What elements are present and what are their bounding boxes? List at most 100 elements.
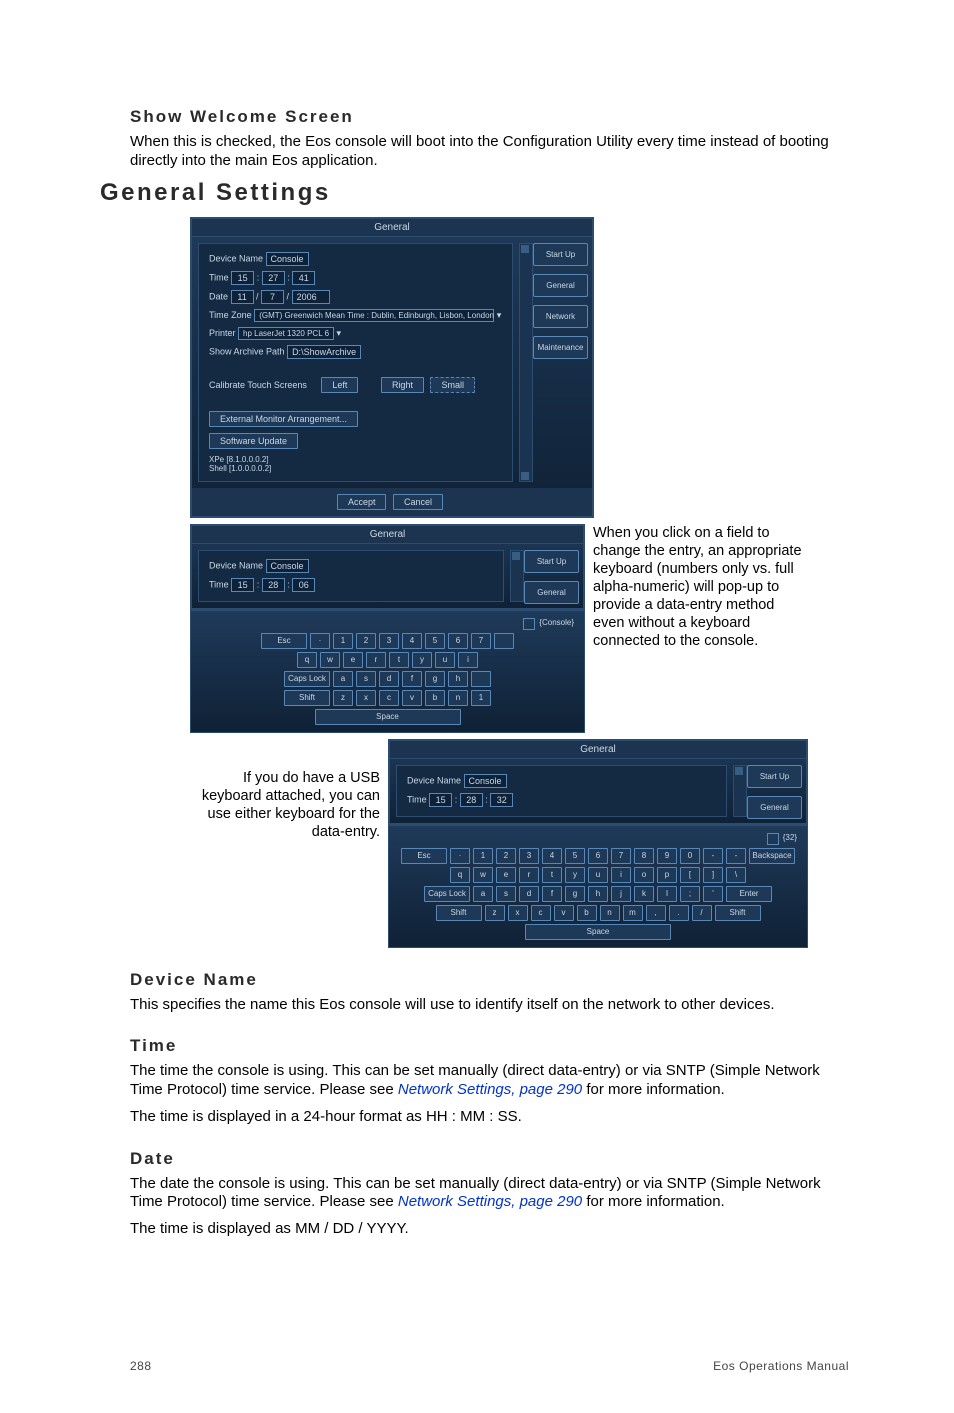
key-Backspace[interactable]: Backspace xyxy=(749,848,795,864)
key-shift[interactable]: Shift xyxy=(284,690,330,706)
key-partial-3[interactable] xyxy=(471,671,491,687)
key-f[interactable]: f xyxy=(542,886,562,902)
key-Esc[interactable]: Esc xyxy=(401,848,447,864)
link-network-settings-2[interactable]: Network Settings, page 290 xyxy=(398,1193,582,1210)
key--[interactable]: - xyxy=(703,848,723,864)
key-t[interactable]: t xyxy=(542,867,562,883)
key-c[interactable]: c xyxy=(531,905,551,921)
tab-general[interactable]: General xyxy=(533,274,588,297)
cancel-button[interactable]: Cancel xyxy=(393,494,443,510)
key-3[interactable]: 3 xyxy=(379,633,399,649)
key-2[interactable]: 2 xyxy=(496,848,516,864)
key-u[interactable]: u xyxy=(435,652,455,668)
key-1[interactable]: 1 xyxy=(333,633,353,649)
time-ss-input-2[interactable]: 06 xyxy=(292,578,315,592)
key-5[interactable]: 5 xyxy=(425,633,445,649)
key-esc[interactable]: Esc xyxy=(261,633,307,649)
key-6[interactable]: 6 xyxy=(588,848,608,864)
key-o[interactable]: o xyxy=(634,867,654,883)
key-g[interactable]: g xyxy=(425,671,445,687)
time-hh-input-2[interactable]: 15 xyxy=(231,578,254,592)
key-l[interactable]: l xyxy=(657,886,677,902)
panel-scrollbar-2[interactable] xyxy=(510,550,524,602)
key-partial[interactable] xyxy=(494,633,514,649)
time-mm-input-2[interactable]: 28 xyxy=(262,578,285,592)
key-n[interactable]: n xyxy=(448,690,468,706)
tab-startup[interactable]: Start Up xyxy=(533,243,588,266)
device-name-input-3[interactable]: Console xyxy=(464,774,507,788)
key-y[interactable]: y xyxy=(412,652,432,668)
key-h[interactable]: h xyxy=(448,671,468,687)
key-[[interactable]: [ xyxy=(680,867,700,883)
key-space[interactable]: Space xyxy=(315,709,461,725)
software-update-button[interactable]: Software Update xyxy=(209,433,298,449)
key-char[interactable]: · xyxy=(310,633,330,649)
key-'[interactable]: ' xyxy=(703,886,723,902)
key-Caps Lock[interactable]: Caps Lock xyxy=(424,886,470,902)
tab-maintenance[interactable]: Maintenance xyxy=(533,336,588,359)
kbd-minimize-icon[interactable] xyxy=(523,618,535,630)
key-a[interactable]: a xyxy=(333,671,353,687)
calibrate-small-button[interactable]: Small xyxy=(430,377,475,393)
key-space-2[interactable]: Space xyxy=(525,924,671,940)
key-t[interactable]: t xyxy=(389,652,409,668)
tab-general-2[interactable]: General xyxy=(524,581,579,604)
key-8[interactable]: 8 xyxy=(634,848,654,864)
key-v[interactable]: v xyxy=(554,905,574,921)
time-hh-input[interactable]: 15 xyxy=(231,271,254,285)
panel-scrollbar-3[interactable] xyxy=(733,765,747,817)
external-monitor-button[interactable]: External Monitor Arrangement... xyxy=(209,411,358,427)
accept-button[interactable]: Accept xyxy=(337,494,387,510)
key-w[interactable]: w xyxy=(473,867,493,883)
time-mm-input[interactable]: 27 xyxy=(262,271,285,285)
calibrate-right-button[interactable]: Right xyxy=(381,377,424,393)
key-7[interactable]: 7 xyxy=(611,848,631,864)
key-x[interactable]: x xyxy=(508,905,528,921)
key-m[interactable]: m xyxy=(623,905,643,921)
key-·[interactable]: · xyxy=(450,848,470,864)
key-w[interactable]: w xyxy=(320,652,340,668)
key-e[interactable]: e xyxy=(343,652,363,668)
key-b[interactable]: b xyxy=(577,905,597,921)
date-dd-input[interactable]: 7 xyxy=(261,290,284,304)
key-2[interactable]: 2 xyxy=(356,633,376,649)
key-;[interactable]: ; xyxy=(680,886,700,902)
key-u[interactable]: u xyxy=(588,867,608,883)
key-r[interactable]: r xyxy=(519,867,539,883)
key-k[interactable]: k xyxy=(634,886,654,902)
key-f[interactable]: f xyxy=(402,671,422,687)
printer-select[interactable]: hp LaserJet 1320 PCL 6 xyxy=(238,327,334,340)
key-q[interactable]: q xyxy=(297,652,317,668)
key-3[interactable]: 3 xyxy=(519,848,539,864)
key-v[interactable]: v xyxy=(402,690,422,706)
key-i[interactable]: i xyxy=(458,652,478,668)
key-,[interactable]: , xyxy=(646,905,666,921)
key-a[interactable]: a xyxy=(473,886,493,902)
device-name-input-2[interactable]: Console xyxy=(266,559,309,573)
key-5[interactable]: 5 xyxy=(565,848,585,864)
tab-network[interactable]: Network xyxy=(533,305,588,328)
tab-general-3[interactable]: General xyxy=(747,796,802,819)
key-1[interactable]: 1 xyxy=(473,848,493,864)
key-h[interactable]: h xyxy=(588,886,608,902)
date-mm-input[interactable]: 11 xyxy=(231,290,254,304)
key-d[interactable]: d xyxy=(519,886,539,902)
time-hh-input-3[interactable]: 15 xyxy=(429,793,452,807)
key-e[interactable]: e xyxy=(496,867,516,883)
timezone-select[interactable]: (GMT) Greenwich Mean Time : Dublin, Edin… xyxy=(254,309,494,322)
panel-scrollbar[interactable] xyxy=(519,243,533,482)
key-g[interactable]: g xyxy=(565,886,585,902)
time-ss-input-3[interactable]: 32 xyxy=(490,793,513,807)
time-ss-input[interactable]: 41 xyxy=(292,271,315,285)
key-Shift[interactable]: Shift xyxy=(436,905,482,921)
time-mm-input-3[interactable]: 28 xyxy=(460,793,483,807)
key-y[interactable]: y xyxy=(565,867,585,883)
key-q[interactable]: q xyxy=(450,867,470,883)
key-z[interactable]: z xyxy=(485,905,505,921)
date-yyyy-input[interactable]: 2006 xyxy=(292,290,330,304)
key-p[interactable]: p xyxy=(657,867,677,883)
archive-path-input[interactable]: D:\ShowArchive xyxy=(287,345,361,359)
key-c[interactable]: c xyxy=(379,690,399,706)
key-9[interactable]: 9 xyxy=(657,848,677,864)
key-x[interactable]: x xyxy=(356,690,376,706)
